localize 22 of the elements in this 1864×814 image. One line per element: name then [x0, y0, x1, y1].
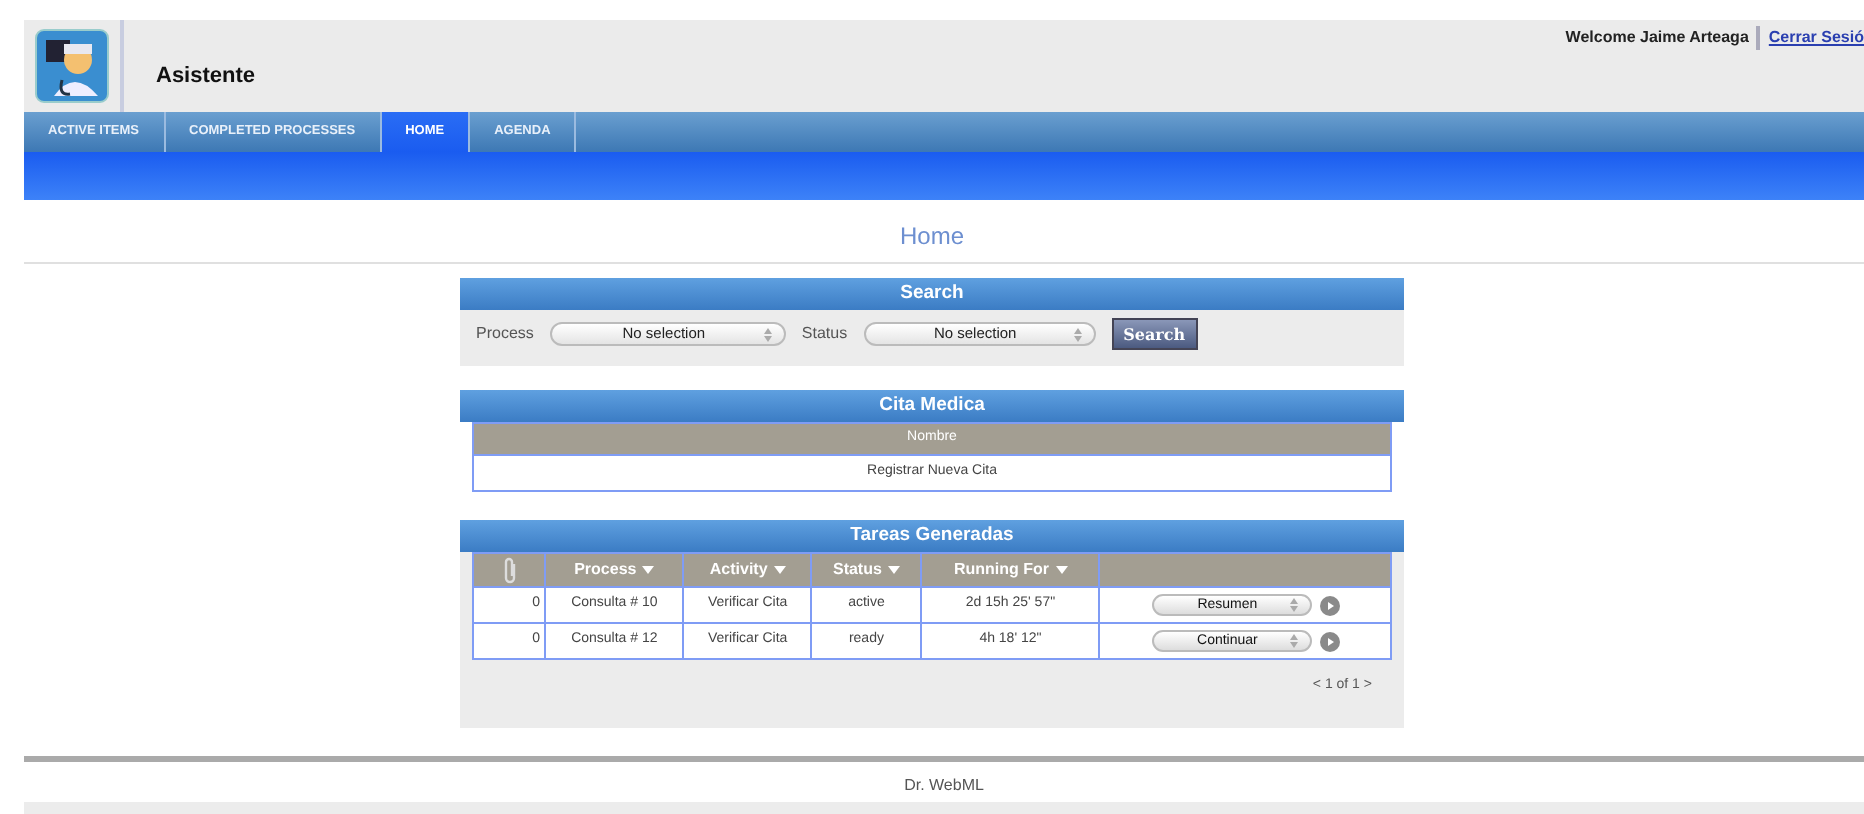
updown-arrow-icon	[1289, 598, 1298, 612]
caret-icon	[887, 565, 900, 574]
search-button[interactable]: Search	[1111, 318, 1198, 350]
panel-title: Search	[460, 278, 1404, 310]
panel-title: Tareas Generadas	[460, 520, 1404, 552]
panel-title: Cita Medica	[460, 390, 1404, 422]
updown-arrow-icon	[1073, 327, 1082, 341]
caret-icon	[773, 565, 786, 574]
caret-icon	[1055, 565, 1067, 574]
updown-arrow-icon	[1289, 634, 1298, 648]
app-name: Asistente	[154, 61, 256, 91]
caret-icon	[642, 565, 655, 574]
go-button-icon[interactable]	[1319, 595, 1340, 615]
field-label: Status	[801, 322, 848, 346]
field-label: Process	[476, 322, 534, 346]
page-title: Home	[897, 220, 966, 254]
updown-arrow-icon	[763, 327, 772, 341]
welcome-text: Welcome Jaime Arteaga	[1565, 26, 1761, 50]
go-button-icon[interactable]	[1319, 631, 1340, 651]
doctor-logo-icon	[34, 28, 110, 104]
paperclip-icon	[501, 556, 517, 584]
logout-link[interactable]: Cerrar Sesió	[1760, 26, 1864, 50]
